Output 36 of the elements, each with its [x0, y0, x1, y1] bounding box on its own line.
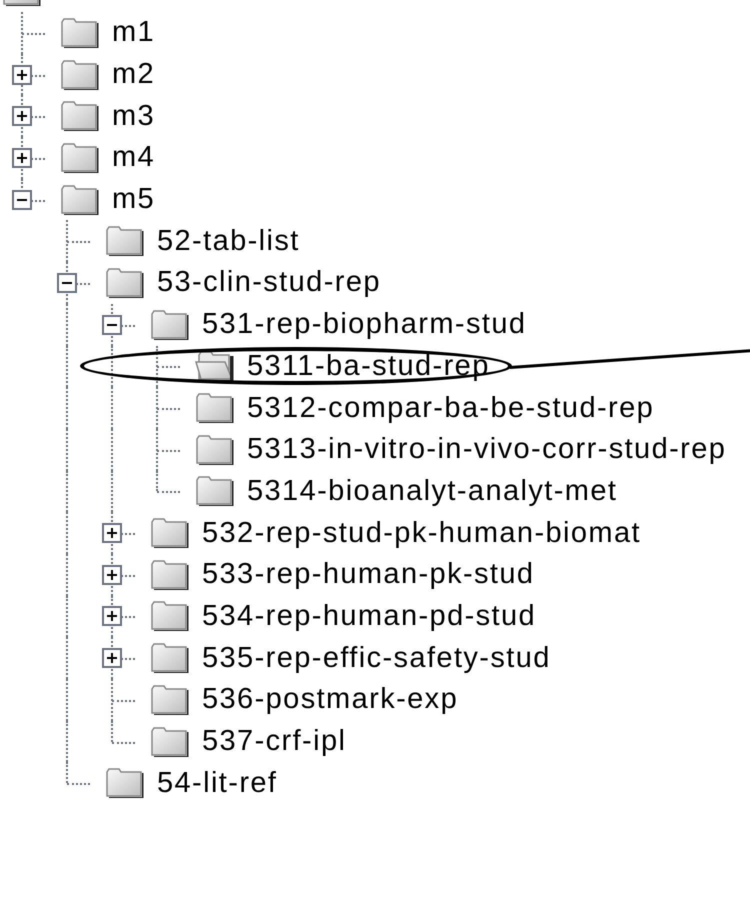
- tree-item-label[interactable]: 537-crf-ipl: [202, 727, 346, 756]
- plus-icon: [106, 527, 118, 540]
- collapse-toggle[interactable]: [57, 272, 77, 293]
- tree-item-label[interactable]: 534-rep-human-pd-stud: [202, 602, 536, 631]
- tree-item-label[interactable]: 5312-compar-ba-be-stud-rep: [247, 394, 654, 423]
- collapse-toggle[interactable]: [102, 314, 122, 335]
- expand-toggle[interactable]: [102, 523, 122, 544]
- plus-icon: [16, 110, 28, 122]
- tree-item-label[interactable]: m1: [112, 18, 156, 48]
- plus-icon: [16, 68, 28, 81]
- tree-item-label[interactable]: 531-rep-biopharm-stud: [202, 310, 526, 340]
- plus-icon: [106, 652, 118, 664]
- plus-icon: [106, 610, 118, 622]
- expand-toggle[interactable]: [12, 148, 32, 168]
- tree-item-label[interactable]: m3: [112, 102, 156, 131]
- tree-item-label[interactable]: 535-rep-effic-safety-stud: [202, 644, 551, 673]
- tree-item-label[interactable]: 5311-ba-stud-rep: [247, 352, 490, 381]
- tree-item-label[interactable]: 54-lit-ref: [157, 768, 278, 798]
- tree-item-label[interactable]: 53-clin-stud-rep: [157, 268, 381, 298]
- tree-item-label[interactable]: m5: [112, 185, 156, 214]
- plus-icon: [106, 568, 118, 581]
- tree-item-label[interactable]: 536-postmark-exp: [202, 685, 458, 714]
- tree-item-label[interactable]: m2: [112, 60, 156, 90]
- expand-toggle[interactable]: [102, 648, 122, 668]
- tree-item-label[interactable]: m4: [112, 143, 156, 172]
- expand-toggle[interactable]: [12, 64, 32, 85]
- plus-icon: [16, 152, 28, 164]
- expand-toggle[interactable]: [12, 106, 32, 126]
- tree-item-label[interactable]: 5313-in-vitro-in-vivo-corr-stud-rep: [247, 435, 726, 464]
- expand-toggle[interactable]: [102, 606, 122, 626]
- tree-item-label[interactable]: 533-rep-human-pk-stud: [202, 560, 534, 590]
- tree-item-label[interactable]: 532-rep-stud-pk-human-biomat: [202, 518, 641, 548]
- tree-item-label[interactable]: 52-tab-list: [157, 226, 300, 256]
- expand-toggle[interactable]: [102, 564, 122, 585]
- collapse-toggle[interactable]: [12, 190, 32, 210]
- tree-item-label[interactable]: 5314-bioanalyt-analyt-met: [247, 476, 618, 506]
